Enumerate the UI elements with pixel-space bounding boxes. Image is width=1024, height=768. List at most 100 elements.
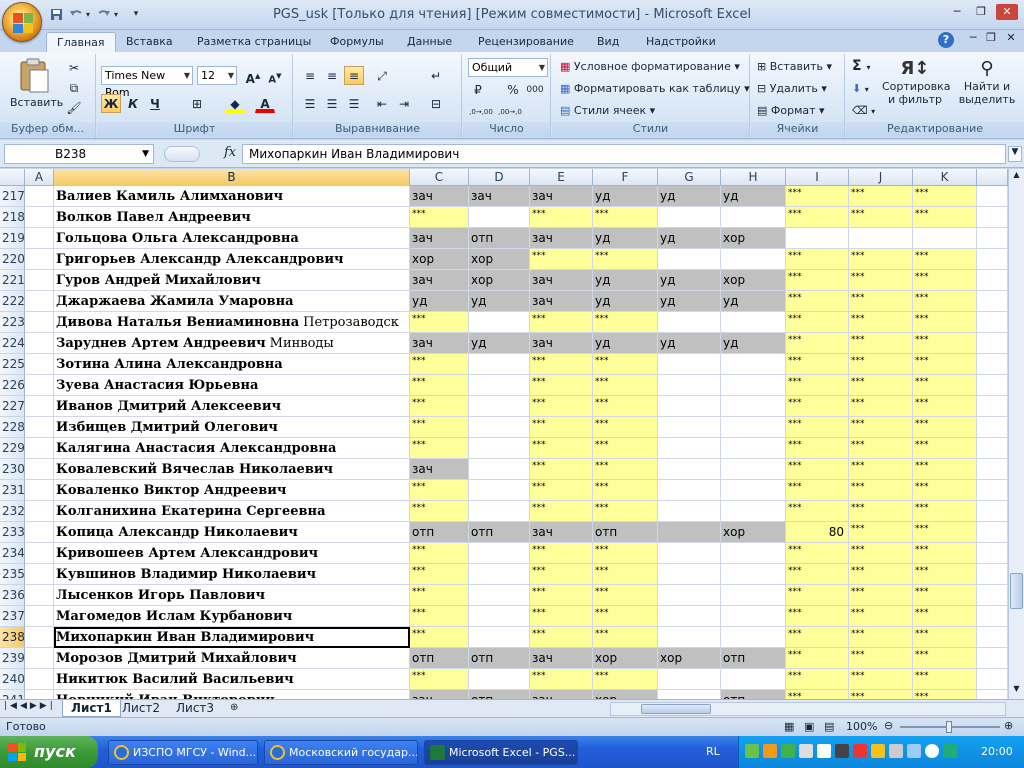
cell-j[interactable]: ***: [849, 627, 913, 648]
minimize-button[interactable]: ─: [946, 4, 968, 20]
cell-l[interactable]: [977, 648, 1008, 669]
cell-a[interactable]: [25, 333, 54, 354]
cell-k[interactable]: ***: [913, 438, 977, 459]
column-header-b[interactable]: B: [54, 169, 410, 186]
cell-f[interactable]: уд: [593, 333, 658, 354]
cell-f[interactable]: уд: [593, 270, 658, 291]
cell-j[interactable]: ***: [849, 291, 913, 312]
cell-h[interactable]: [721, 375, 786, 396]
cell-g[interactable]: [658, 501, 721, 522]
cell-d[interactable]: уд: [469, 333, 530, 354]
cell-k[interactable]: ***: [913, 312, 977, 333]
column-header-k[interactable]: K: [913, 169, 977, 186]
restore-button[interactable]: ❐: [970, 4, 992, 20]
cell-h[interactable]: [721, 480, 786, 501]
insert-function-icon[interactable]: fx: [224, 145, 236, 160]
cell-name[interactable]: Гуров Андрей Михайлович: [54, 270, 410, 291]
cell-name[interactable]: Волков Павел Андреевич: [54, 207, 410, 228]
cell-j[interactable]: ***: [849, 480, 913, 501]
cell-a[interactable]: [25, 396, 54, 417]
cell-a[interactable]: [25, 522, 54, 543]
cell-j[interactable]: ***: [849, 186, 913, 207]
row-header[interactable]: 225: [0, 354, 25, 375]
page-layout-view-icon[interactable]: ▣: [804, 720, 814, 733]
cell-a[interactable]: [25, 207, 54, 228]
cell-k[interactable]: ***: [913, 627, 977, 648]
cell-j[interactable]: ***: [849, 585, 913, 606]
cell-a[interactable]: [25, 606, 54, 627]
cell-name[interactable]: Зотина Алина Александровна: [54, 354, 410, 375]
cell-c[interactable]: ***: [410, 375, 469, 396]
expand-formula-bar-icon[interactable]: ▼: [1008, 146, 1022, 162]
cell-l[interactable]: [977, 291, 1008, 312]
cell-c[interactable]: отп: [410, 522, 469, 543]
cell-i[interactable]: ***: [786, 648, 849, 669]
cell-i[interactable]: ***: [786, 480, 849, 501]
cell-name[interactable]: Избищев Дмитрий Олегович: [54, 417, 410, 438]
cell-f[interactable]: уд: [593, 228, 658, 249]
column-header-c[interactable]: C: [410, 169, 469, 186]
cell-d[interactable]: [469, 312, 530, 333]
cell-d[interactable]: [469, 396, 530, 417]
cell-name[interactable]: Никитюк Василий Васильевич: [54, 669, 410, 690]
sheet-tab-2[interactable]: Лист2: [114, 700, 168, 717]
tray-icon-4[interactable]: [799, 744, 813, 758]
cell-d[interactable]: зач: [469, 186, 530, 207]
cell-k[interactable]: ***: [913, 606, 977, 627]
cell-f[interactable]: ***: [593, 627, 658, 648]
align-top-icon[interactable]: ≡: [300, 66, 320, 85]
cut-icon[interactable]: ✂: [64, 58, 84, 77]
cell-k[interactable]: ***: [913, 333, 977, 354]
cell-f[interactable]: ***: [593, 480, 658, 501]
cell-c[interactable]: ***: [410, 354, 469, 375]
cell-e[interactable]: зач: [530, 333, 593, 354]
cell-g[interactable]: [658, 480, 721, 501]
column-header-f[interactable]: F: [593, 169, 658, 186]
cell-f[interactable]: ***: [593, 249, 658, 270]
row-header[interactable]: 221: [0, 270, 25, 291]
cell-l[interactable]: [977, 354, 1008, 375]
delete-cells-button[interactable]: ⊟ Удалить ▾: [757, 82, 827, 95]
cell-d[interactable]: [469, 585, 530, 606]
cell-i[interactable]: ***: [786, 207, 849, 228]
zoom-out-icon[interactable]: ⊖: [884, 719, 893, 732]
cell-k[interactable]: ***: [913, 585, 977, 606]
cell-d[interactable]: [469, 417, 530, 438]
increase-decimal-button[interactable]: ,0→,00: [468, 102, 494, 121]
cell-j[interactable]: ***: [849, 522, 913, 543]
tray-icon-6[interactable]: [835, 744, 849, 758]
cell-k[interactable]: ***: [913, 186, 977, 207]
start-button[interactable]: пуск: [0, 736, 98, 768]
cell-k[interactable]: ***: [913, 417, 977, 438]
tab-review[interactable]: Рецензирование: [468, 32, 584, 52]
cell-l[interactable]: [977, 333, 1008, 354]
cell-h[interactable]: хор: [721, 522, 786, 543]
cell-h[interactable]: [721, 627, 786, 648]
cell-i[interactable]: ***: [786, 669, 849, 690]
cell-i[interactable]: ***: [786, 543, 849, 564]
tray-icon-7[interactable]: [853, 744, 867, 758]
fill-color-icon[interactable]: ◆: [225, 94, 245, 113]
cell-e[interactable]: ***: [530, 606, 593, 627]
cell-j[interactable]: ***: [849, 354, 913, 375]
cell-k[interactable]: ***: [913, 459, 977, 480]
cell-h[interactable]: [721, 249, 786, 270]
cell-name[interactable]: Ковалевский Вячеслав Николаевич: [54, 459, 410, 480]
row-header[interactable]: 240: [0, 669, 25, 690]
cell-d[interactable]: [469, 207, 530, 228]
cell-name[interactable]: Калягина Анастасия Александровна: [54, 438, 410, 459]
cell-l[interactable]: [977, 690, 1008, 699]
cell-j[interactable]: ***: [849, 690, 913, 699]
cell-c[interactable]: ***: [410, 627, 469, 648]
zoom-slider-thumb[interactable]: [946, 721, 952, 733]
cell-c[interactable]: ***: [410, 480, 469, 501]
cell-e[interactable]: ***: [530, 312, 593, 333]
cell-f[interactable]: хор: [593, 690, 658, 699]
cell-i[interactable]: ***: [786, 291, 849, 312]
cell-c[interactable]: хор: [410, 249, 469, 270]
cell-name[interactable]: Гольцова Ольга Александровна: [54, 228, 410, 249]
cell-d[interactable]: [469, 606, 530, 627]
cell-a[interactable]: [25, 627, 54, 648]
cell-h[interactable]: отп: [721, 648, 786, 669]
cell-d[interactable]: [469, 669, 530, 690]
